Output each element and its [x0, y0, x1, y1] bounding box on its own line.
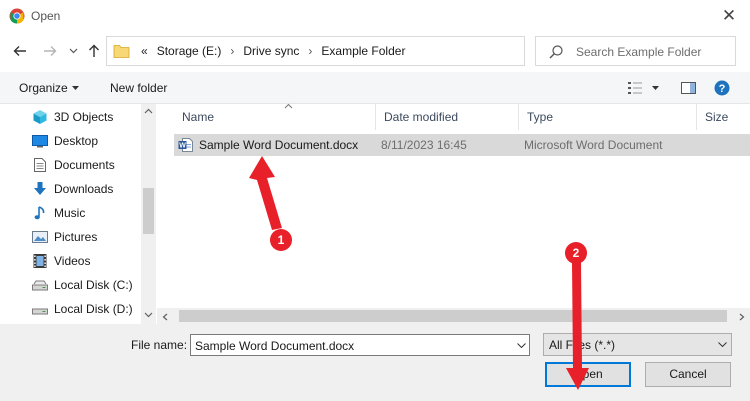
sidebar-item-videos[interactable]: Videos — [32, 250, 90, 272]
word-document-icon: W — [178, 138, 193, 152]
chrome-icon — [9, 8, 25, 24]
window-title: Open — [31, 9, 61, 23]
arrow-up-icon — [89, 44, 99, 57]
svg-text:?: ? — [719, 83, 726, 95]
cube-icon — [33, 110, 47, 124]
column-header-size[interactable]: Size — [697, 104, 750, 130]
help-icon[interactable]: ? — [714, 80, 730, 96]
desktop-icon — [32, 135, 48, 148]
file-list: Name Date modified Type Size W Sample Wo… — [157, 103, 750, 324]
chevron-down-icon — [69, 48, 77, 54]
search-placeholder: Search Example Folder — [576, 45, 702, 59]
sidebar-item-local-disk-d[interactable]: Local Disk (D:) — [32, 298, 133, 320]
sidebar-item-3d-objects[interactable]: 3D Objects — [32, 106, 113, 128]
sort-ascending-icon — [284, 103, 293, 109]
sidebar-item-local-disk-c[interactable]: Local Disk (C:) — [32, 274, 133, 296]
breadcrumb-storage[interactable]: Storage (E:) — [157, 44, 222, 58]
file-name-label: File name: — [131, 338, 188, 352]
sidebar-item-label: Music — [54, 206, 86, 220]
scroll-up-arrow-icon[interactable] — [144, 108, 153, 114]
up-button[interactable] — [85, 41, 103, 61]
horizontal-scrollbar[interactable] — [157, 308, 750, 324]
column-header-date-modified[interactable]: Date modified — [376, 104, 519, 130]
file-date-modified: 8/11/2023 16:45 — [381, 138, 467, 152]
chevron-down-icon — [718, 342, 727, 347]
close-button[interactable]: ✕ — [712, 3, 746, 29]
forward-button[interactable] — [41, 41, 59, 61]
chevron-right-icon: › — [230, 44, 235, 58]
new-folder-button[interactable]: New folder — [110, 81, 167, 95]
navigation-pane: 3D Objects Desktop Documents Downloads M… — [0, 104, 156, 324]
dialog-footer: File name: Sample Word Document.docx All… — [0, 324, 750, 401]
column-header-name[interactable]: Name — [174, 103, 376, 130]
caret-down-icon[interactable] — [652, 86, 659, 90]
scroll-down-arrow-icon[interactable] — [144, 312, 153, 318]
file-name-input[interactable]: Sample Word Document.docx — [190, 334, 530, 356]
preview-pane-icon[interactable] — [681, 81, 696, 95]
sidebar-item-pictures[interactable]: Pictures — [32, 226, 97, 248]
sidebar-item-label: Documents — [54, 158, 115, 172]
sidebar-scrollbar[interactable] — [141, 104, 156, 324]
sidebar-item-label: Pictures — [54, 230, 98, 244]
sidebar-item-label: Local Disk (D:) — [54, 302, 133, 316]
arrow-left-icon — [13, 46, 26, 56]
arrow-right-icon — [44, 46, 57, 56]
table-row[interactable]: W Sample Word Document.docx 8/11/2023 16… — [174, 134, 750, 156]
documents-icon — [34, 158, 46, 172]
download-arrow-icon — [34, 182, 46, 195]
back-button[interactable] — [11, 41, 29, 61]
title-bar: Open ✕ — [0, 0, 750, 32]
command-toolbar: Organize New folder ? — [0, 72, 750, 104]
breadcrumb-example-folder[interactable]: Example Folder — [321, 44, 405, 58]
column-header-type[interactable]: Type — [519, 104, 697, 130]
scroll-left-arrow-icon[interactable] — [162, 313, 168, 321]
sidebar-item-label: Videos — [54, 254, 91, 268]
address-bar[interactable]: « Storage (E:) › Drive sync › Example Fo… — [106, 36, 616, 66]
breadcrumb-drive-sync[interactable]: Drive sync — [243, 44, 299, 58]
search-icon — [549, 45, 563, 59]
chevron-down-icon[interactable] — [517, 343, 526, 348]
file-name-value: Sample Word Document.docx — [195, 339, 355, 353]
search-box[interactable]: Search Example Folder — [535, 36, 736, 66]
sidebar-item-label: 3D Objects — [54, 110, 114, 124]
file-type-value: All Files (*.*) — [549, 338, 616, 352]
sidebar-item-label: Desktop — [54, 134, 99, 148]
sidebar-item-documents[interactable]: Documents — [32, 154, 115, 176]
sidebar-item-label: Local Disk (C:) — [54, 278, 133, 292]
close-icon: ✕ — [721, 6, 737, 25]
music-note-icon — [34, 206, 45, 220]
file-type-select[interactable]: All Files (*.*) — [543, 333, 732, 356]
breadcrumb: « Storage (E:) › Drive sync › Example Fo… — [141, 44, 405, 58]
sidebar-item-desktop[interactable]: Desktop — [32, 130, 98, 152]
pictures-icon — [32, 231, 48, 243]
breadcrumb-overflow[interactable]: « — [141, 44, 148, 58]
chevron-right-icon: › — [308, 44, 313, 58]
sidebar-item-downloads[interactable]: Downloads — [32, 178, 113, 200]
organize-button[interactable]: Organize — [19, 81, 68, 95]
open-button[interactable]: Open — [545, 362, 631, 387]
file-name: Sample Word Document.docx — [199, 138, 359, 152]
film-icon — [33, 254, 47, 268]
recent-locations-button[interactable] — [64, 41, 82, 61]
sidebar-item-music[interactable]: Music — [32, 202, 85, 224]
svg-text:W: W — [179, 143, 186, 150]
cancel-button[interactable]: Cancel — [645, 362, 731, 387]
scroll-right-arrow-icon[interactable] — [739, 313, 745, 321]
folder-icon — [113, 45, 130, 58]
horizontal-scroll-thumb[interactable] — [179, 310, 727, 322]
sidebar-item-label: Downloads — [54, 182, 114, 196]
view-details-icon[interactable] — [627, 81, 643, 95]
sidebar-scroll-thumb[interactable] — [143, 188, 154, 234]
drive-icon — [32, 308, 48, 315]
file-type: Microsoft Word Document — [524, 138, 663, 152]
caret-down-icon[interactable] — [72, 86, 79, 90]
drive-icon — [32, 280, 48, 291]
